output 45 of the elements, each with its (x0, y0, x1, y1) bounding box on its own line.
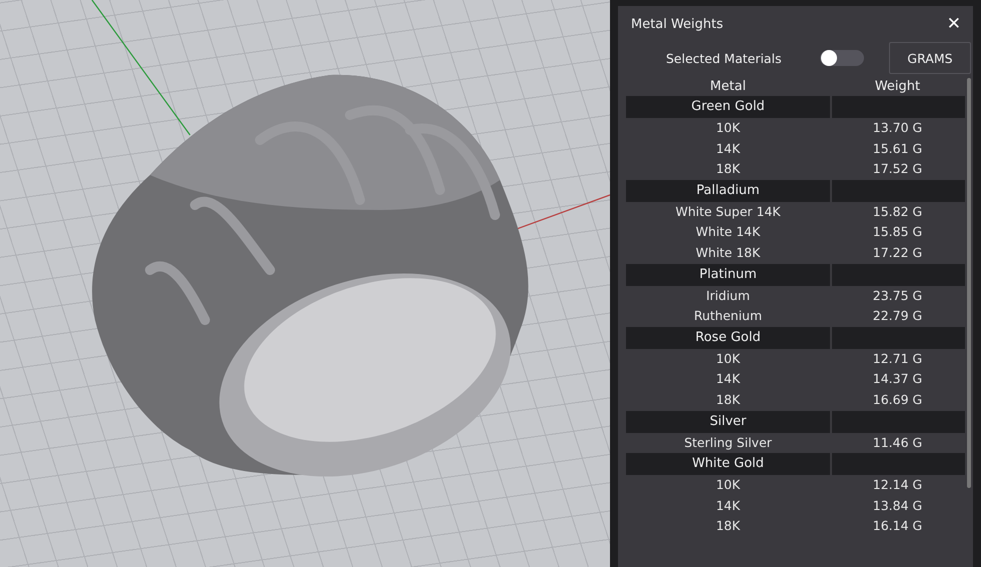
table-cell-text: 22.79 G (872, 307, 924, 326)
panel-title: Metal Weights (631, 16, 724, 32)
table-cell-text: 14K (714, 496, 742, 515)
table-cell-text: 11.46 G (872, 434, 924, 452)
table-cell-text: White Super 14K (674, 202, 782, 221)
table-cell-text: 18K (714, 390, 742, 409)
table-cell-text: 16.69 G (872, 390, 924, 409)
table-cell-text: 16.14 G (872, 517, 924, 536)
scrollbar-thumb[interactable] (967, 78, 971, 488)
selected-materials-toggle[interactable] (820, 50, 864, 66)
table-cell-text: 15.82 G (872, 202, 924, 221)
table-cell-text: Iridium (705, 286, 751, 305)
table-cell-text: 10K (714, 350, 742, 368)
table-cell-text: 12.71 G (872, 350, 924, 368)
table-cell-text: 17.22 G (872, 244, 924, 262)
table-cell-text: 13.84 G (872, 496, 924, 515)
toggle-label: Selected Materials (666, 50, 782, 66)
group-header-cell-text: Rose Gold (694, 328, 762, 347)
table-cell-text: 12.14 G (872, 476, 924, 494)
table-cell-text: 10K (714, 119, 742, 137)
group-header-cell-text: Palladium (695, 182, 761, 200)
group-header-cell-text: White Gold (691, 455, 765, 474)
table-cell-text: White 18K (694, 244, 762, 262)
table-cell-text: 14.37 G (872, 370, 924, 388)
3d-viewport[interactable] (0, 0, 610, 567)
column-header: Metal (709, 78, 747, 96)
group-header-cell-text: Platinum (698, 266, 758, 284)
column-header: Weight (874, 78, 922, 96)
table-cell-text: 13.70 G (872, 119, 924, 137)
table-cell-text: 10K (714, 476, 742, 494)
table-cell-text: White 14K (694, 223, 762, 242)
table-cell-text: 23.75 G (872, 286, 924, 305)
table-cell-text: 14K (714, 140, 742, 158)
group-header-cell-text: Silver (708, 412, 748, 431)
table-cell-text: Sterling Silver (683, 434, 773, 452)
group-header-cell-text: Green Gold (690, 98, 766, 116)
table-cell-text: 17.52 G (872, 160, 924, 178)
table-cell-text: 14K (714, 370, 742, 388)
table-cell-text: 15.85 G (872, 223, 924, 242)
table-cell-text: 18K (714, 517, 742, 536)
units-button[interactable]: GRAMS (889, 42, 971, 74)
table-cell-text: Ruthenium (692, 307, 764, 326)
table-cell-text: 18K (714, 160, 742, 178)
table-cell-text: 15.61 G (872, 140, 924, 158)
close-button[interactable]: ✕ (942, 14, 965, 34)
